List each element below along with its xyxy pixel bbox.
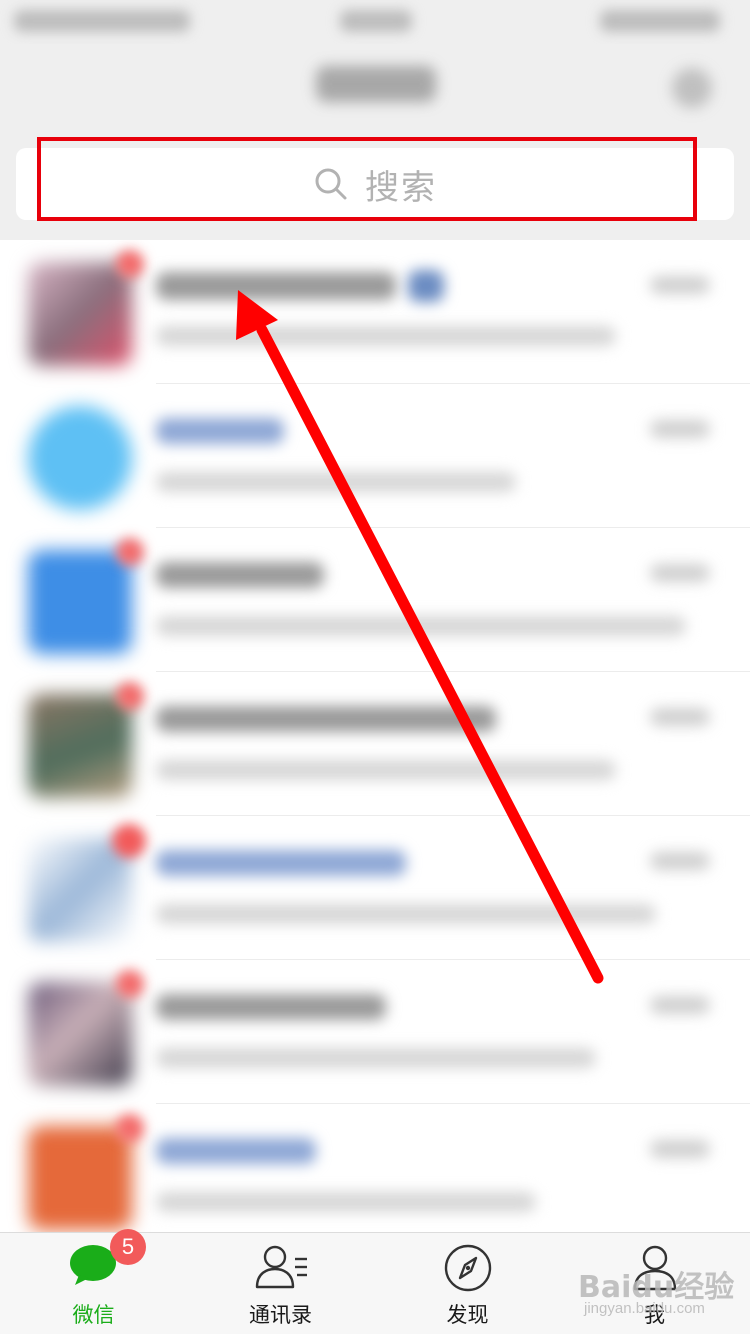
avatar — [28, 1114, 144, 1230]
nav-bar — [0, 44, 750, 132]
avatar — [28, 970, 144, 1086]
highlight-annotation — [37, 137, 697, 221]
unread-dot — [116, 538, 144, 566]
chat-preview-blurred — [156, 904, 656, 924]
chat-row[interactable] — [0, 672, 750, 816]
chat-row[interactable] — [0, 1104, 750, 1232]
chat-preview-blurred — [156, 1192, 536, 1212]
status-bar — [0, 0, 750, 44]
chat-time-blurred — [650, 852, 710, 870]
chat-title-blurred — [156, 418, 284, 444]
tab-label: 微信 — [72, 1304, 115, 1327]
chat-preview-blurred — [156, 326, 616, 346]
chat-preview-blurred — [156, 760, 616, 780]
chat-preview-blurred — [156, 472, 516, 492]
tab-wechat[interactable]: 5 微信 — [0, 1229, 187, 1334]
avatar — [28, 250, 144, 366]
watermark-url: jingyan.baidu.com — [584, 1300, 705, 1317]
chat-title-blurred — [156, 994, 386, 1020]
tab-discover[interactable]: 发现 — [374, 1233, 561, 1334]
tab-label: 通讯录 — [249, 1304, 312, 1327]
contacts-icon — [255, 1245, 307, 1289]
chat-title-blurred — [156, 562, 324, 588]
unread-dot — [116, 682, 144, 710]
chat-time-blurred — [650, 1140, 710, 1158]
chat-title-blurred — [156, 706, 496, 732]
avatar — [28, 538, 144, 654]
chat-time-blurred — [650, 420, 710, 438]
chat-row[interactable] — [0, 240, 750, 384]
verified-badge-blurred — [408, 270, 444, 302]
avatar — [28, 682, 144, 798]
chat-preview-blurred — [156, 616, 686, 636]
compass-icon — [444, 1244, 491, 1292]
status-time-blurred — [340, 10, 412, 32]
unread-badge: 5 — [110, 1229, 146, 1265]
unread-dot — [116, 1114, 144, 1142]
chat-row[interactable] — [0, 528, 750, 672]
status-carrier-blurred — [14, 10, 190, 32]
chat-row[interactable] — [0, 960, 750, 1104]
unread-dot — [116, 250, 144, 278]
chat-time-blurred — [650, 564, 710, 582]
chat-list — [0, 240, 750, 1232]
page-title-blurred — [316, 66, 436, 102]
chat-time-blurred — [650, 708, 710, 726]
tab-label: 发现 — [446, 1304, 489, 1327]
chat-row[interactable] — [0, 816, 750, 960]
chat-title-blurred — [156, 272, 396, 300]
chat-title-blurred — [156, 850, 406, 876]
chat-row[interactable] — [0, 384, 750, 528]
add-button-blurred[interactable] — [672, 68, 712, 108]
avatar — [28, 406, 132, 510]
chat-time-blurred — [650, 996, 710, 1014]
unread-dot — [116, 970, 144, 998]
chat-title-blurred — [156, 1138, 316, 1164]
tab-contacts[interactable]: 通讯录 — [187, 1233, 374, 1334]
unread-dot — [112, 824, 146, 858]
chat-time-blurred — [650, 276, 710, 294]
avatar — [28, 824, 146, 942]
status-battery-blurred — [600, 10, 720, 32]
chat-preview-blurred — [156, 1048, 596, 1068]
